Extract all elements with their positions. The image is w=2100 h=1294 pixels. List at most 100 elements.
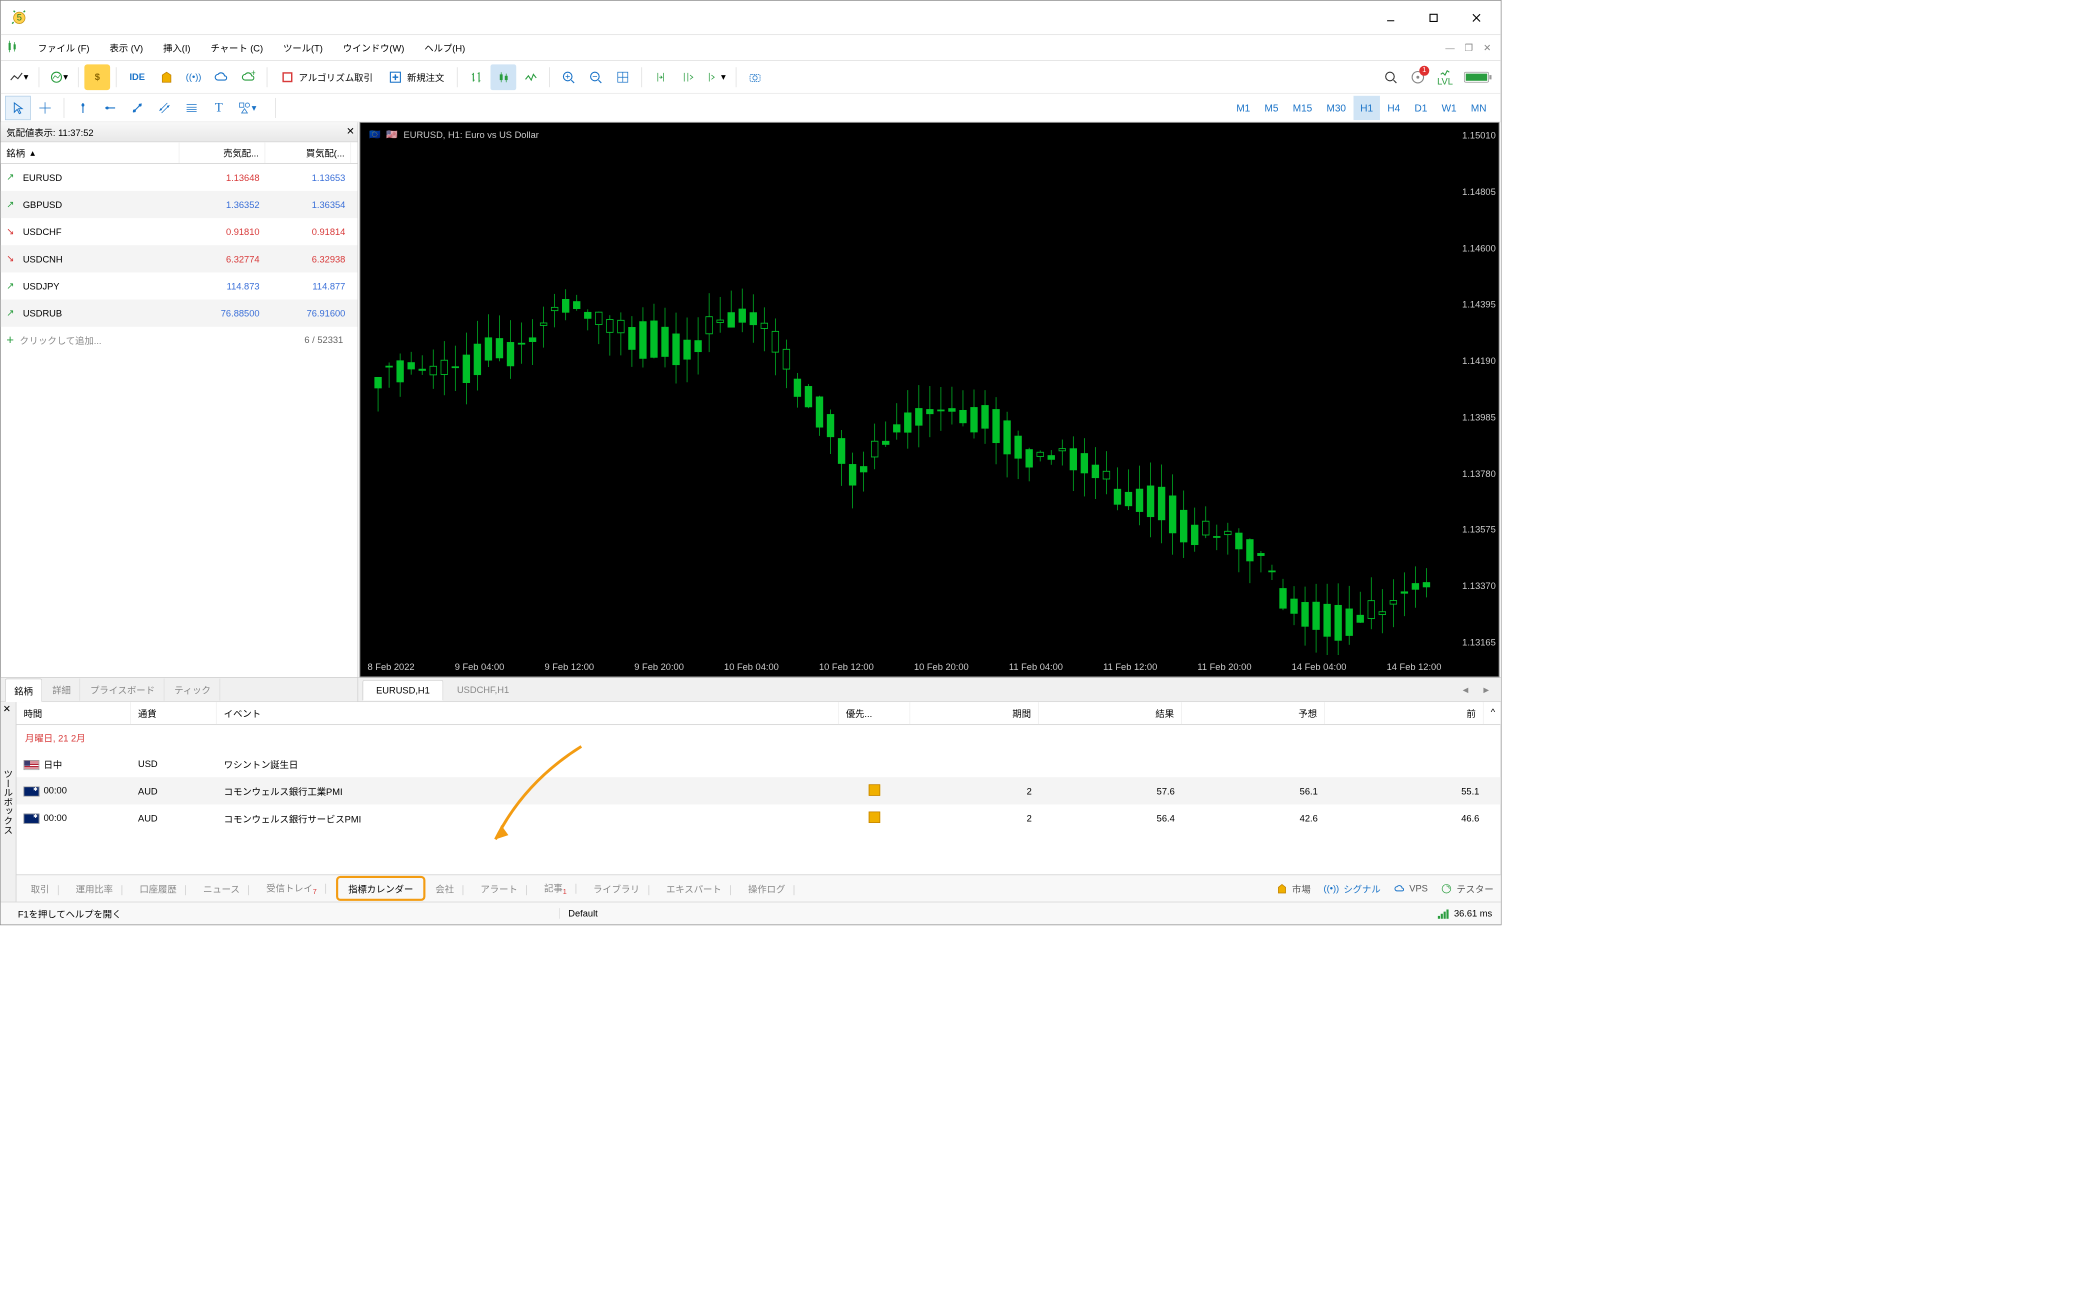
status-profile[interactable]: Default	[559, 908, 606, 919]
shapes-dropdown[interactable]: ▾	[233, 95, 261, 119]
market-watch-tab[interactable]: 銘柄	[5, 679, 42, 703]
autoscroll-icon[interactable]	[648, 64, 674, 90]
calendar-row[interactable]: 00:00 AUD コモンウェルス銀行工業PMI 2 57.6 56.1 55.…	[16, 777, 1500, 804]
toolbox-tab[interactable]: 操作ログ	[741, 877, 802, 899]
menu-window[interactable]: ウインドウ(W)	[333, 36, 414, 58]
market-watch-row[interactable]: USDRUB 76.88500 76.91600	[1, 300, 358, 327]
menu-view[interactable]: 表示 (V)	[100, 36, 154, 58]
vline-icon[interactable]	[70, 95, 96, 119]
toolbox-label[interactable]: ✕ ツールボックス	[1, 702, 17, 901]
camera-icon[interactable]	[742, 64, 768, 90]
chartshift-icon[interactable]	[675, 64, 701, 90]
toolbox-tab[interactable]: 取引	[24, 877, 66, 899]
cursor-icon[interactable]	[5, 95, 31, 119]
candlestick-icon[interactable]	[491, 64, 517, 90]
new-order-button[interactable]: 新規注文	[381, 64, 451, 90]
chart-tab[interactable]: USDCHF,H1	[443, 679, 522, 700]
search-icon[interactable]	[1378, 64, 1404, 90]
toolbox-tab[interactable]: 口座履歴	[132, 877, 193, 899]
toolbox-tab[interactable]: 指標カレンダー	[336, 876, 425, 901]
timeframe-H4[interactable]: H4	[1380, 95, 1407, 119]
timeframe-H1[interactable]: H1	[1353, 95, 1380, 119]
cal-col-priority[interactable]: 優先...	[839, 702, 911, 724]
col-ask[interactable]: 買気配(...	[265, 142, 351, 163]
market-link[interactable]: 市場	[1276, 882, 1310, 896]
toolbox-tab[interactable]: アラート	[473, 877, 534, 899]
chart-area[interactable]: 🇪🇺 🇺🇸 EURUSD, H1: Euro vs US Dollar 1.15…	[360, 122, 1500, 677]
grid-icon[interactable]	[610, 64, 636, 90]
level-icon[interactable]: LVL	[1432, 64, 1458, 90]
tester-link[interactable]: テスター	[1441, 882, 1494, 896]
toolbox-tab[interactable]: ニュース	[196, 877, 256, 899]
toolbox-tab[interactable]: 会社	[428, 877, 470, 899]
timeframe-M30[interactable]: M30	[1319, 95, 1353, 119]
chart-tab-prev[interactable]: ◄	[1455, 681, 1476, 697]
window-maximize-button[interactable]	[1412, 3, 1455, 32]
line-chart-dropdown[interactable]: ▾	[5, 64, 33, 90]
line-icon[interactable]	[518, 64, 544, 90]
channel-icon[interactable]	[152, 95, 178, 119]
chart-tab-next[interactable]: ►	[1476, 681, 1497, 697]
cloud-add-icon[interactable]: +	[235, 64, 261, 90]
mdi-minimize-icon[interactable]: —	[1442, 40, 1458, 54]
timeframe-MN[interactable]: MN	[1464, 95, 1494, 119]
menu-tools[interactable]: ツール(T)	[273, 36, 333, 58]
hline-icon[interactable]	[97, 95, 123, 119]
cal-col-event[interactable]: イベント	[217, 702, 839, 724]
market-watch-row[interactable]: USDCHF 0.91810 0.91814	[1, 218, 358, 245]
market-watch-row[interactable]: USDJPY 114.873 114.877	[1, 272, 358, 299]
cal-scroll-up[interactable]: ^	[1484, 702, 1501, 724]
fibo-icon[interactable]	[179, 95, 205, 119]
timeframe-M5[interactable]: M5	[1257, 95, 1285, 119]
indicator-dropdown[interactable]: ▾	[45, 64, 73, 90]
signal-link[interactable]: ((•)) シグナル	[1324, 882, 1381, 896]
window-close-button[interactable]	[1455, 3, 1498, 32]
crosshair-icon[interactable]	[32, 95, 58, 119]
timeframe-M1[interactable]: M1	[1229, 95, 1257, 119]
toolbox-tab[interactable]: ライブラリ	[586, 877, 656, 899]
market-watch-tab[interactable]: ティック	[166, 679, 221, 701]
market-watch-row[interactable]: USDCNH 6.32774 6.32938	[1, 245, 358, 272]
calendar-row[interactable]: 日中 USD ワシントン誕生日	[16, 750, 1500, 777]
market-watch-tab[interactable]: 詳細	[44, 679, 80, 701]
menu-help[interactable]: ヘルプ(H)	[414, 36, 475, 58]
col-symbol[interactable]: 銘柄 ▴	[1, 142, 180, 163]
menu-insert[interactable]: 挿入(I)	[153, 36, 200, 58]
menu-file[interactable]: ファイル (F)	[28, 36, 100, 58]
market-icon[interactable]	[154, 64, 180, 90]
market-watch-close-icon[interactable]: ✕	[346, 125, 354, 137]
zoom-in-icon[interactable]	[556, 64, 582, 90]
dollar-icon[interactable]: $	[84, 64, 110, 90]
calendar-row[interactable]: 00:00 AUD コモンウェルス銀行サービスPMI 2 56.4 42.6 4…	[16, 804, 1500, 831]
signal-icon[interactable]: ((•))	[181, 64, 207, 90]
trendline-icon[interactable]	[124, 95, 150, 119]
text-icon[interactable]: T	[206, 95, 232, 119]
market-watch-tab[interactable]: プライスボード	[82, 679, 165, 701]
menu-chart[interactable]: チャート (C)	[201, 36, 274, 58]
cal-col-actual[interactable]: 結果	[1039, 702, 1182, 724]
cloud-icon[interactable]	[208, 64, 234, 90]
chart-tab[interactable]: EURUSD,H1	[363, 680, 444, 701]
col-bid[interactable]: 売気配...	[179, 142, 265, 163]
bar-chart-icon[interactable]	[464, 64, 490, 90]
notifications-icon[interactable]: 1	[1405, 64, 1431, 90]
vps-link[interactable]: VPS	[1394, 883, 1428, 894]
toolbox-tab[interactable]: エキスパート	[659, 877, 738, 899]
toolbox-tab[interactable]: 記事1	[537, 876, 583, 900]
market-watch-row[interactable]: GBPUSD 1.36352 1.36354	[1, 191, 358, 218]
timeframe-W1[interactable]: W1	[1434, 95, 1463, 119]
market-watch-row[interactable]: EURUSD 1.13648 1.13653	[1, 164, 358, 191]
cal-col-previous[interactable]: 前	[1325, 702, 1484, 724]
cal-col-time[interactable]: 時間	[16, 702, 130, 724]
timeframe-M15[interactable]: M15	[1286, 95, 1320, 119]
algo-trading-button[interactable]: アルゴリズム取引	[273, 64, 380, 90]
cal-col-forecast[interactable]: 予想	[1182, 702, 1325, 724]
ide-button[interactable]: IDE	[122, 64, 152, 90]
mdi-restore-icon[interactable]: ❐	[1461, 40, 1477, 54]
cal-col-period[interactable]: 期間	[910, 702, 1039, 724]
toolbox-tab[interactable]: 運用比率	[69, 877, 130, 899]
timeframe-D1[interactable]: D1	[1407, 95, 1434, 119]
shift-dropdown-icon[interactable]: ▾	[702, 64, 730, 90]
market-watch-add[interactable]: +クリックして追加...6 / 52331	[1, 327, 358, 353]
cal-col-currency[interactable]: 通貨	[131, 702, 217, 724]
